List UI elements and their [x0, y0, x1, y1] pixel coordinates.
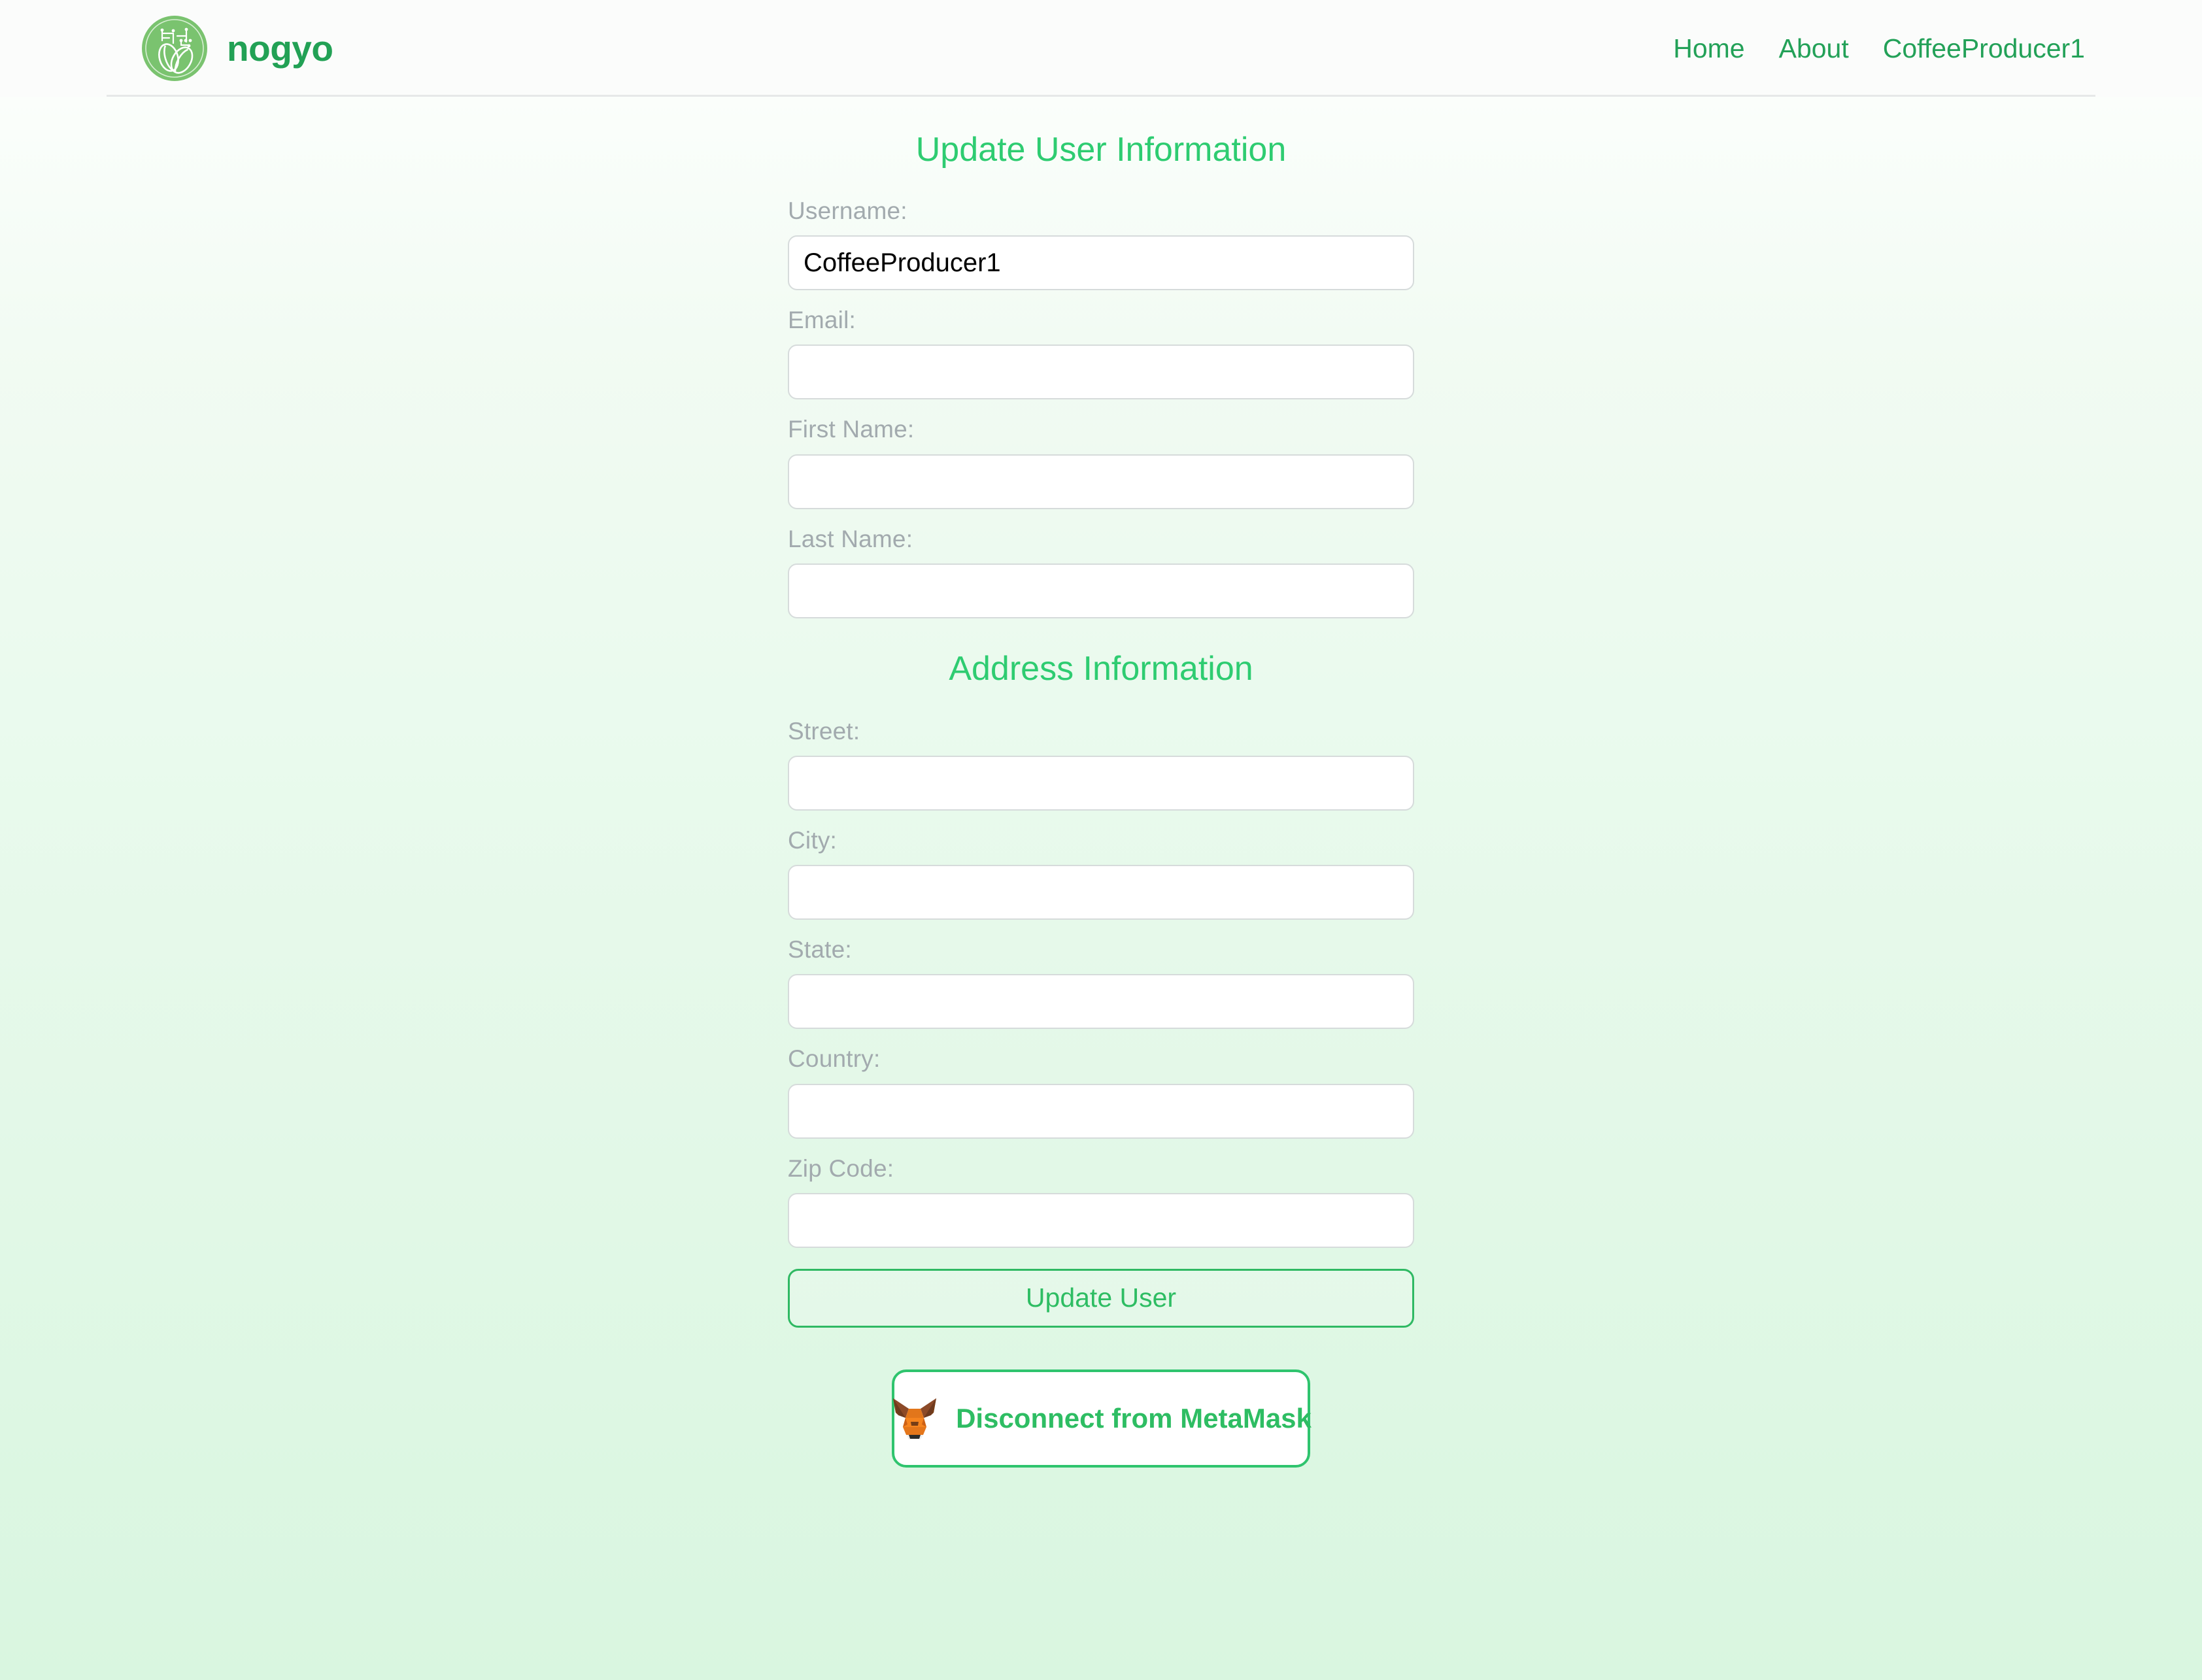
label-zip-code: Zip Code: — [788, 1154, 894, 1182]
field-first-name: First Name: — [788, 414, 1414, 509]
nav-link-about[interactable]: About — [1779, 35, 1849, 62]
brand-name: nogyo — [227, 27, 333, 69]
label-last-name: Last Name: — [788, 525, 913, 552]
update-user-button[interactable]: Update User — [788, 1268, 1414, 1328]
last-name-input[interactable] — [788, 563, 1414, 618]
nav-link-home[interactable]: Home — [1673, 35, 1744, 62]
coffee-bean-circuit-logo-icon — [142, 16, 207, 81]
label-country: Country: — [788, 1045, 881, 1073]
label-city: City: — [788, 826, 837, 854]
nav-link-account[interactable]: CoffeeProducer1 — [1883, 35, 2085, 62]
update-user-form: Update User Information Username: Email:… — [788, 131, 1414, 1328]
site-header: nogyo Home About CoffeeProducer1 — [0, 0, 2202, 97]
wallet-row: Disconnect from MetaMask — [0, 1369, 2202, 1468]
username-input[interactable] — [788, 235, 1414, 291]
field-zip-code: Zip Code: — [788, 1154, 1414, 1248]
header-inner: nogyo Home About CoffeeProducer1 — [107, 0, 2095, 97]
label-first-name: First Name: — [788, 416, 915, 443]
label-street: Street: — [788, 717, 860, 745]
field-country: Country: — [788, 1044, 1414, 1139]
state-input[interactable] — [788, 974, 1414, 1030]
street-input[interactable] — [788, 755, 1414, 811]
field-submit: Update User — [788, 1268, 1414, 1328]
main-nav: Home About CoffeeProducer1 — [1673, 35, 2085, 62]
field-state: State: — [788, 935, 1414, 1030]
label-username: Username: — [788, 197, 907, 224]
zip-code-input[interactable] — [788, 1192, 1414, 1248]
address-section-title: Address Information — [949, 649, 1253, 688]
page-main: Update User Information Username: Email:… — [0, 97, 2202, 1468]
page-title: Update User Information — [915, 131, 1287, 169]
city-input[interactable] — [788, 865, 1414, 920]
field-username: Username: — [788, 196, 1414, 291]
country-input[interactable] — [788, 1083, 1414, 1139]
brand-home-link[interactable]: nogyo — [141, 14, 333, 82]
field-last-name: Last Name: — [788, 524, 1414, 618]
label-email: Email: — [788, 307, 856, 334]
label-state: State: — [788, 936, 852, 964]
field-city: City: — [788, 826, 1414, 920]
first-name-input[interactable] — [788, 454, 1414, 509]
disconnect-metamask-button[interactable]: Disconnect from MetaMask — [892, 1369, 1312, 1468]
field-street: Street: — [788, 716, 1414, 811]
field-email: Email: — [788, 305, 1414, 400]
metamask-fox-icon — [893, 1398, 937, 1439]
email-input[interactable] — [788, 344, 1414, 400]
disconnect-metamask-label: Disconnect from MetaMask — [956, 1402, 1312, 1434]
